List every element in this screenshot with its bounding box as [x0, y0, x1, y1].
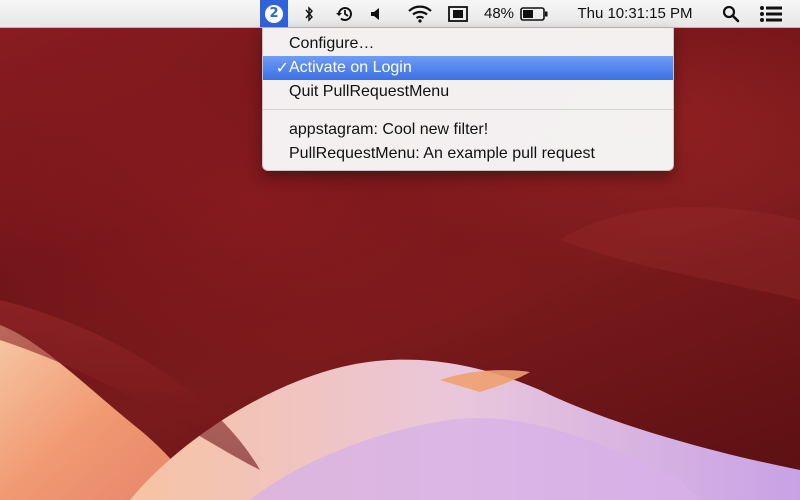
menu-bar-clock[interactable]: Thu 10:31:15 PM	[557, 0, 713, 27]
pullrequestmenu-dropdown: Configure… ✓ Activate on Login Quit Pull…	[262, 28, 674, 171]
checkmark-icon: ✓	[275, 60, 289, 77]
pull-request-count-badge: 2	[265, 4, 283, 23]
display-icon[interactable]	[446, 0, 470, 27]
pull-request-label: appstagram: Cool new filter!	[289, 121, 489, 138]
time-machine-icon[interactable]	[332, 0, 358, 27]
menu-separator	[263, 109, 673, 110]
menu-item-label: Activate on Login	[289, 59, 412, 76]
pull-request-label: PullRequestMenu: An example pull request	[289, 145, 595, 162]
menu-item-quit[interactable]: Quit PullRequestMenu	[263, 80, 673, 104]
pull-request-item[interactable]: appstagram: Cool new filter!	[263, 118, 673, 142]
battery-percentage[interactable]: 48%	[481, 0, 517, 27]
menu-item-label: Quit PullRequestMenu	[289, 83, 450, 100]
battery-icon[interactable]	[518, 0, 550, 27]
menu-bar: 2 48% Thu 10:31:15 PM	[0, 0, 800, 28]
spotlight-icon[interactable]	[718, 0, 744, 27]
menu-item-configure[interactable]: Configure…	[263, 32, 673, 56]
notification-center-icon[interactable]	[756, 0, 786, 27]
pullrequestmenu-status-item[interactable]: 2	[260, 0, 288, 27]
volume-icon[interactable]	[366, 0, 386, 27]
bluetooth-icon[interactable]	[298, 0, 320, 27]
pull-request-item[interactable]: PullRequestMenu: An example pull request	[263, 142, 673, 166]
wifi-icon[interactable]	[404, 0, 436, 27]
menu-item-activate-on-login[interactable]: ✓ Activate on Login	[263, 56, 673, 80]
menu-item-label: Configure…	[289, 35, 375, 52]
